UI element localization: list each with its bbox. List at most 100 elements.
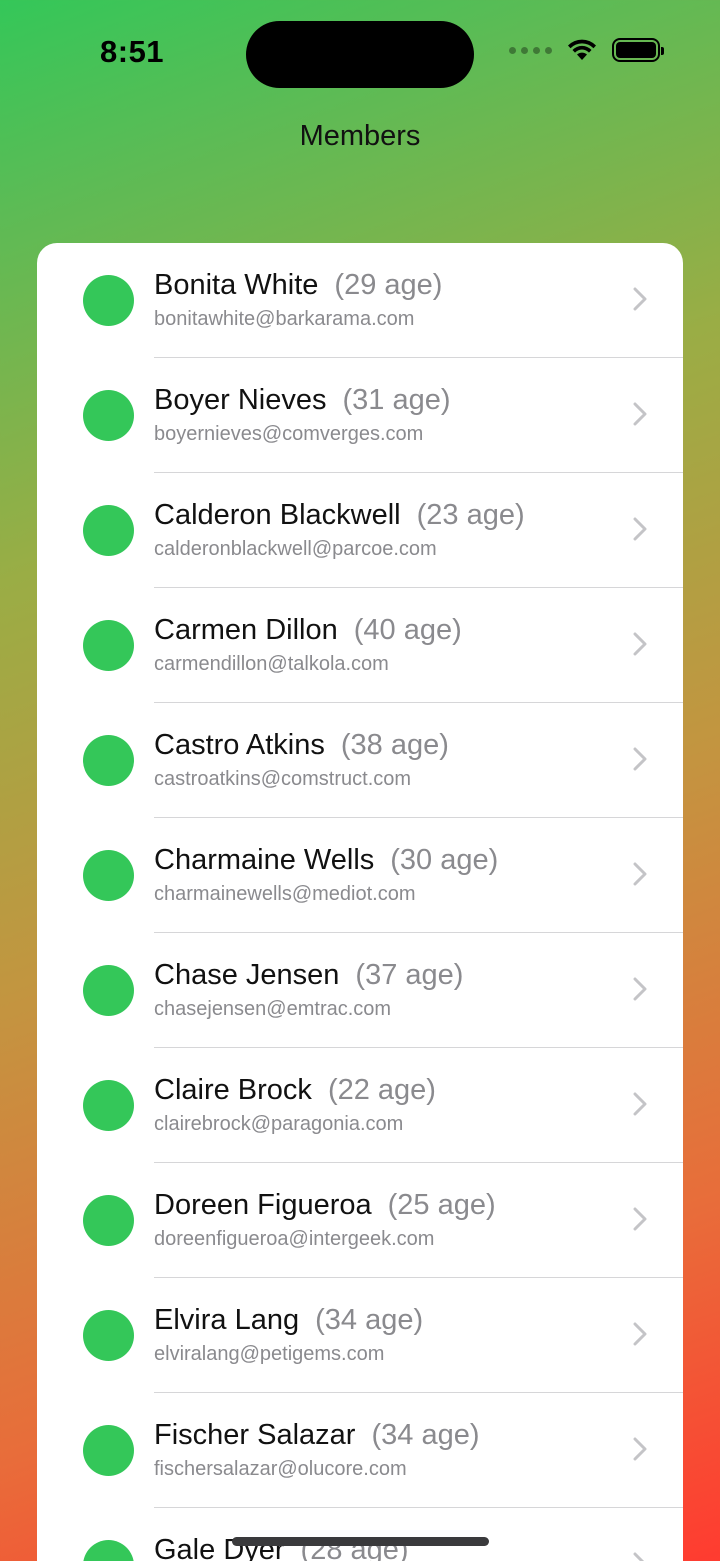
member-email: calderonblackwell@parcoe.com — [154, 538, 437, 560]
member-header: Fischer Salazar (34 age) — [154, 1419, 623, 1452]
list-item[interactable]: Doreen Figueroa (25 age) doreenfigueroa@in… — [37, 1163, 683, 1278]
list-item[interactable]: Fischer Salazar (34 age) fischersalazar@ol… — [37, 1393, 683, 1508]
chevron-right-icon — [633, 1322, 647, 1346]
member-age: (34 age) — [371, 1419, 480, 1451]
list-item[interactable]: Bonita White (29 age) bonitawhite@barkaram… — [37, 243, 683, 358]
status-icons — [509, 38, 664, 62]
list-item[interactable]: Claire Brock (22 age) clairebrock@paragoni… — [37, 1048, 683, 1163]
chevron-right-icon — [633, 862, 647, 886]
member-name: Carmen Dillon — [154, 614, 338, 646]
member-name: Doreen Figueroa — [154, 1189, 372, 1221]
status-dot-icon — [83, 1080, 134, 1131]
member-name: Charmaine Wells — [154, 844, 375, 876]
member-name: Bonita White — [154, 269, 319, 301]
status-dot-icon — [83, 1310, 134, 1361]
list-item[interactable]: Calderon Blackwell (23 age) calderonblackw… — [37, 473, 683, 588]
members-list: Bonita White (29 age) bonitawhite@barkaram… — [37, 243, 683, 1561]
member-header: Carmen Dillon (40 age) — [154, 614, 623, 647]
member-age: (23 age) — [416, 499, 525, 531]
status-dot-icon — [83, 1425, 134, 1476]
member-header: Doreen Figueroa (25 age) — [154, 1189, 623, 1222]
battery-icon — [612, 38, 664, 62]
member-age: (40 age) — [353, 614, 462, 646]
member-age: (34 age) — [315, 1304, 424, 1336]
member-header: Chase Jensen (37 age) — [154, 959, 623, 992]
member-email: fischersalazar@olucore.com — [154, 1458, 407, 1480]
member-info: Elvira Lang (34 age) elviralang@petigems.c… — [154, 1304, 623, 1366]
member-name: Castro Atkins — [154, 729, 325, 761]
list-item[interactable]: Charmaine Wells (30 age) charmainewells@me… — [37, 818, 683, 933]
member-header: Charmaine Wells (30 age) — [154, 844, 623, 877]
member-header: Elvira Lang (34 age) — [154, 1304, 623, 1337]
member-email: clairebrock@paragonia.com — [154, 1113, 404, 1135]
chevron-right-icon — [633, 517, 647, 541]
member-email: carmendillon@talkola.com — [154, 653, 389, 675]
chevron-right-icon — [633, 1207, 647, 1231]
list-item[interactable]: Chase Jensen (37 age) chasejensen@emtrac.c… — [37, 933, 683, 1048]
chevron-right-icon — [633, 287, 647, 311]
member-header: Calderon Blackwell (23 age) — [154, 499, 623, 532]
member-email: castroatkins@comstruct.com — [154, 768, 412, 790]
status-dot-icon — [83, 1195, 134, 1246]
chevron-right-icon — [633, 1437, 647, 1461]
member-age: (22 age) — [327, 1074, 436, 1106]
member-email: doreenfigueroa@intergeek.com — [154, 1228, 435, 1250]
member-header: Claire Brock (22 age) — [154, 1074, 623, 1107]
chevron-right-icon — [633, 1092, 647, 1116]
wifi-icon — [568, 39, 596, 60]
chevron-right-icon — [633, 747, 647, 771]
chevron-right-icon — [633, 632, 647, 656]
dynamic-island — [246, 21, 474, 88]
list-item[interactable]: Gale Dyer (28 age) — [37, 1508, 683, 1561]
member-email: bonitawhite@barkarama.com — [154, 308, 415, 330]
status-dot-icon — [83, 505, 134, 556]
status-dot-icon — [83, 735, 134, 786]
member-age: (38 age) — [340, 729, 449, 761]
member-email: charmainewells@mediot.com — [154, 883, 416, 905]
member-info: Carmen Dillon (40 age) carmendillon@talkol… — [154, 614, 623, 676]
member-name: Claire Brock — [154, 1074, 312, 1106]
member-age: (31 age) — [342, 384, 451, 416]
home-indicator[interactable] — [232, 1537, 489, 1546]
status-time: 8:51 — [100, 34, 165, 69]
list-item[interactable]: Elvira Lang (34 age) elviralang@petigems.c… — [37, 1278, 683, 1393]
member-info: Boyer Nieves (31 age) boyernieves@comverge… — [154, 384, 623, 446]
member-info: Bonita White (29 age) bonitawhite@barkaram… — [154, 269, 623, 331]
member-age: (29 age) — [334, 269, 443, 301]
member-info: Castro Atkins (38 age) castroatkins@comstr… — [154, 729, 623, 791]
member-header: Castro Atkins (38 age) — [154, 729, 623, 762]
member-info: Claire Brock (22 age) clairebrock@paragoni… — [154, 1074, 623, 1136]
member-age: (25 age) — [387, 1189, 496, 1221]
member-info: Chase Jensen (37 age) chasejensen@emtrac.c… — [154, 959, 623, 1021]
status-dot-icon — [83, 850, 134, 901]
member-name: Elvira Lang — [154, 1304, 300, 1336]
member-info: Calderon Blackwell (23 age) calderonblackw… — [154, 499, 623, 561]
member-email: elviralang@petigems.com — [154, 1343, 385, 1365]
member-name: Boyer Nieves — [154, 384, 327, 416]
status-bar: 8:51 — [0, 0, 720, 110]
member-info: Charmaine Wells (30 age) charmainewells@me… — [154, 844, 623, 906]
member-info: Doreen Figueroa (25 age) doreenfigueroa@in… — [154, 1189, 623, 1251]
member-info: Fischer Salazar (34 age) fischersalazar@ol… — [154, 1419, 623, 1481]
list-item[interactable]: Castro Atkins (38 age) castroatkins@comstr… — [37, 703, 683, 818]
member-header: Boyer Nieves (31 age) — [154, 384, 623, 417]
member-age: (37 age) — [355, 959, 464, 991]
member-age: (30 age) — [390, 844, 499, 876]
status-dot-icon — [83, 390, 134, 441]
member-email: boyernieves@comverges.com — [154, 423, 424, 445]
status-dot-icon — [83, 965, 134, 1016]
chevron-right-icon — [633, 977, 647, 1001]
member-email: chasejensen@emtrac.com — [154, 998, 392, 1020]
status-dot-icon — [83, 1540, 134, 1561]
list-item[interactable]: Boyer Nieves (31 age) boyernieves@comverge… — [37, 358, 683, 473]
status-dot-icon — [83, 620, 134, 671]
member-name: Chase Jensen — [154, 959, 340, 991]
status-dot-icon — [83, 275, 134, 326]
chevron-right-icon — [633, 1552, 645, 1561]
member-header: Bonita White (29 age) — [154, 269, 623, 302]
list-item[interactable]: Carmen Dillon (40 age) carmendillon@talkol… — [37, 588, 683, 703]
chevron-right-icon — [633, 402, 647, 426]
member-name: Fischer Salazar — [154, 1419, 356, 1451]
page-title: Members — [299, 120, 421, 152]
cellular-signal-icon — [509, 46, 552, 54]
